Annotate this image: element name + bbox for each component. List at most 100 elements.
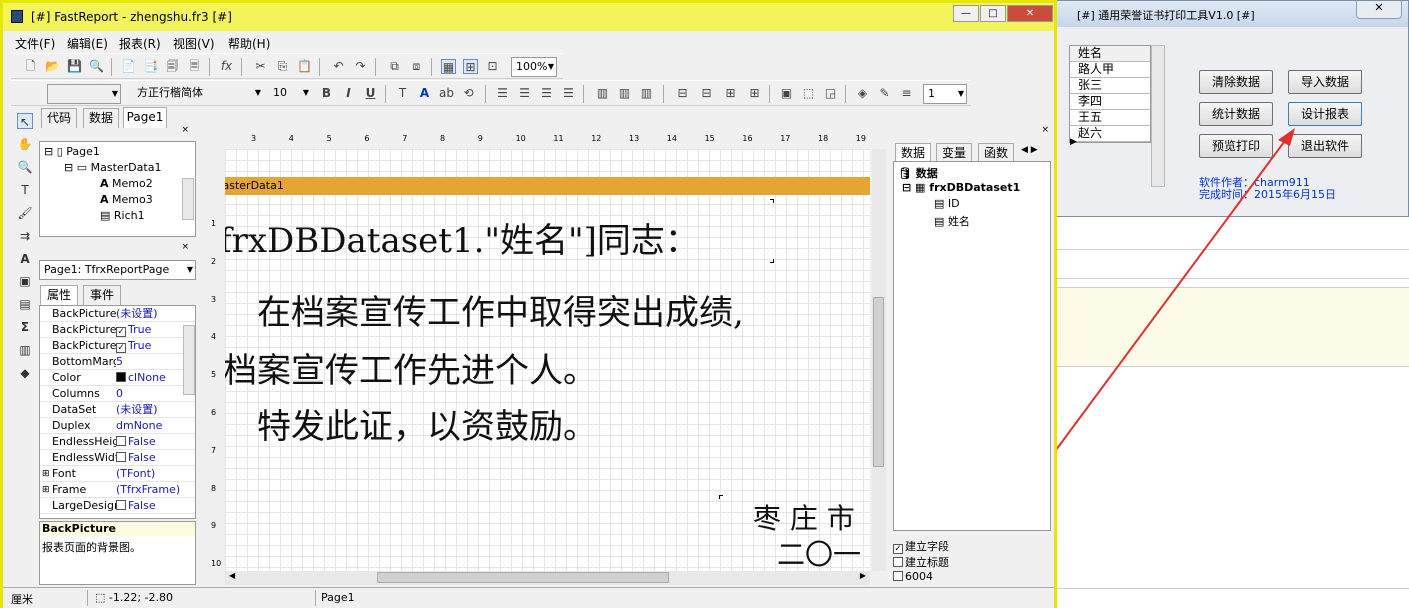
create-field-checkbox[interactable]: ✓ 建立字段 [893,538,949,554]
tree-item-memo2[interactable]: A Memo2 [100,177,153,190]
band-tool-icon[interactable]: ⇉ [17,228,33,244]
font-color-icon[interactable]: A [417,86,432,101]
new-dialog-icon[interactable]: 📑 [143,59,158,74]
redo-icon[interactable]: ↷ [353,59,368,74]
bold-icon[interactable]: B [319,86,334,101]
data-root[interactable]: 🛢 数据 [898,165,938,181]
main-titlebar[interactable]: [#] FastReport - zhengshu.fr3 [#] — □ ✕ [3,3,1054,31]
hand-tool-icon[interactable]: ✋ [17,136,33,152]
memo-body-line1[interactable]: 在档案宣传工作中取得突出成绩, [257,285,744,334]
vertical-scrollbar[interactable] [872,149,886,571]
scroll-tabs-icon[interactable]: ◀ ▶ [1021,145,1038,155]
tab-functions[interactable]: 函数 [978,143,1014,163]
property-value[interactable]: dmNone [116,418,162,434]
close-button[interactable]: ✕ [1356,1,1402,19]
italic-icon[interactable]: I [341,86,356,101]
property-row[interactable]: ⊞ Frame (TfrxFrame) [40,482,195,498]
property-row[interactable]: BackPictureP✓True [40,322,195,338]
tab-data-tree[interactable]: 数据 [895,143,931,163]
group-icon[interactable]: ⧉ [387,59,402,74]
menu-edit[interactable]: 编辑(E) [67,35,108,52]
property-row[interactable]: DataSet (未设置) [40,402,195,418]
memo-tool-icon[interactable]: A [17,251,33,267]
font-size-select[interactable]: 10 ▼ [269,84,311,104]
valign-bottom-icon[interactable]: ▥ [639,86,654,101]
rotate-text-icon[interactable]: ⟲ [461,86,476,101]
tree-item-rich1[interactable]: ▤ Rich1 [100,209,145,222]
menu-help[interactable]: 帮助(H) [228,35,270,52]
property-value[interactable]: clNone [116,370,166,386]
align-left-icon[interactable]: ☰ [495,86,510,101]
design-canvas[interactable]: MasterData1 frxDBDataset1."姓名"]同志： 在档案宣传… [225,149,870,571]
property-row[interactable]: BottomMargin5 [40,354,195,370]
picture-tool-icon[interactable]: ▣ [17,273,33,289]
property-value[interactable]: (未设置) [116,402,158,418]
property-row[interactable]: EndlessHeigh False [40,434,195,450]
property-row[interactable]: BackPictureV✓True [40,338,195,354]
scroll-thumb[interactable] [377,572,669,583]
preview-icon[interactable]: 🔍 [89,59,104,74]
checkbox[interactable]: ✓ [116,343,126,353]
property-value[interactable]: ✓ True [116,338,151,354]
frame-right-icon[interactable]: ⊞ [747,86,762,101]
highlight-icon[interactable]: ab [439,86,454,101]
memo-name-field[interactable]: frxDBDataset1."姓名"]同志： [225,213,699,262]
menu-file[interactable]: 文件(F) [15,35,55,52]
save-icon[interactable]: 💾 [67,59,82,74]
valign-top-icon[interactable]: ▥ [595,86,610,101]
dataset-item[interactable]: ⊟ ▦ frxDBDataset1 [902,181,1020,194]
property-value[interactable]: (TfrxFrame) [116,482,180,498]
property-row[interactable]: Duplex dmNone [40,418,195,434]
frame-all-icon[interactable]: ▣ [779,86,794,101]
tab-variables[interactable]: 变量 [936,143,972,163]
property-value[interactable]: ✓ True [116,322,151,338]
format-painter-icon[interactable]: 🖌 [17,205,33,221]
grid-row[interactable]: 张三 [1070,78,1150,94]
maximize-button[interactable]: □ [980,5,1006,22]
property-row[interactable]: BackPicture (未设置) [40,306,195,322]
property-row[interactable]: ⊞ Font (TFont) [40,466,195,482]
signature-city[interactable]: 枣 庄 市 [753,497,855,537]
close-icon[interactable]: × [1041,125,1049,135]
sum-tool-icon[interactable]: Σ [17,319,33,335]
delete-page-icon[interactable]: 🗐 [165,59,180,74]
zoom-select[interactable]: 100% ▼ [511,57,557,77]
open-icon[interactable]: 📂 [45,59,60,74]
property-value[interactable]: (TFont) [116,466,155,482]
field-id[interactable]: ▤ ID [934,197,960,210]
signature-date[interactable]: 二〇一 [777,533,861,571]
grid-row[interactable]: 路人甲 [1070,62,1150,78]
page-settings-icon[interactable]: 🗏 [187,59,202,74]
ungroup-icon[interactable]: ⧈ [409,59,424,74]
horizontal-scrollbar[interactable]: ◀ ▶ [225,571,870,585]
memo-body-line2[interactable]: 档案宣传工作先进个人。 [225,343,597,392]
new-icon[interactable]: 🗋 [23,59,38,74]
paste-icon[interactable]: 📋 [297,59,312,74]
tree-item-masterdata1[interactable]: ⊟ ▭ MasterData1 [64,161,161,174]
minimize-button[interactable]: — [953,5,979,22]
zoom-tool-icon[interactable]: 🔍 [17,159,33,175]
undo-icon[interactable]: ↶ [331,59,346,74]
more-tools-icon[interactable]: ◆ [17,365,33,381]
frame-left-icon[interactable]: ⊞ [723,86,738,101]
richtext-tool-icon[interactable]: ▥ [17,342,33,358]
property-value[interactable]: False [116,434,156,450]
font-settings-icon[interactable]: T [395,86,410,101]
align-center-icon[interactable]: ☰ [517,86,532,101]
scroll-thumb[interactable] [873,297,884,467]
checkbox[interactable] [116,500,126,510]
show-grid-icon[interactable]: ▦ [441,59,456,74]
function-icon[interactable]: fx [219,59,234,74]
checkbox[interactable] [116,452,126,462]
select-tool-icon[interactable]: ↖ [17,113,33,129]
import-data-button[interactable]: 导入数据 [1288,70,1362,94]
property-value[interactable]: 0 [116,386,123,402]
property-value[interactable]: False [116,450,156,466]
checkbox[interactable]: ✓ [116,327,126,337]
close-icon[interactable]: × [181,242,189,252]
frame-top-icon[interactable]: ⊟ [675,86,690,101]
close-icon[interactable]: × [181,125,189,135]
expand-icon[interactable]: ⊞ [42,466,50,482]
tree-item-memo3[interactable]: A Memo3 [100,193,153,206]
menu-view[interactable]: 视图(V) [173,35,215,52]
